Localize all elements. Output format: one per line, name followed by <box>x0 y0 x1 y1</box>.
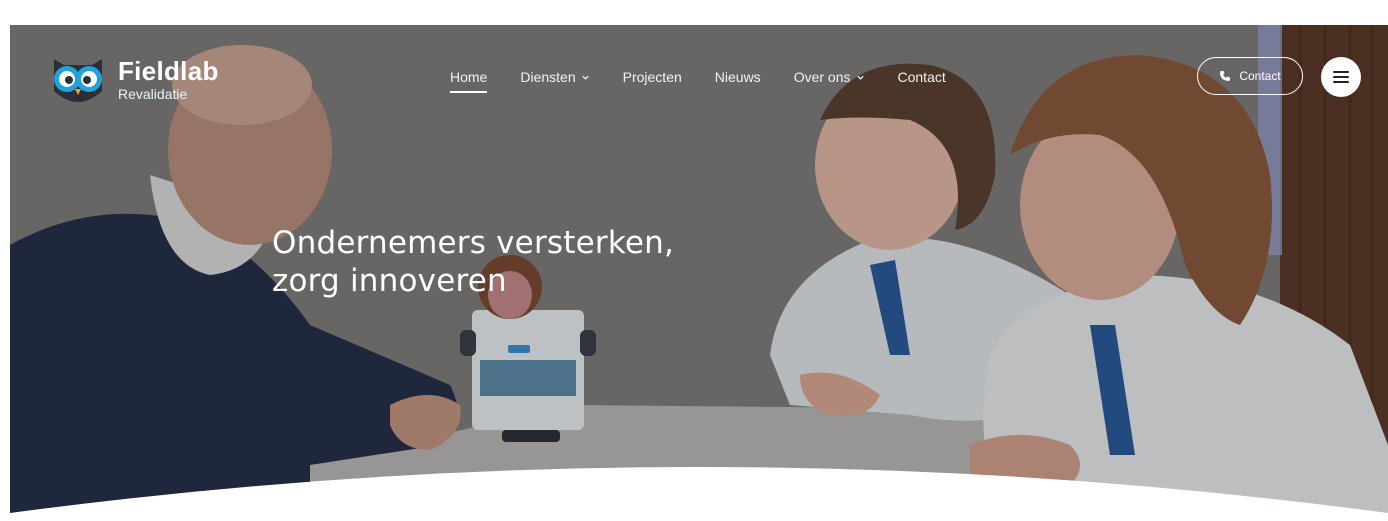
hero-bottom-curve <box>10 467 1388 521</box>
nav-diensten-label: Diensten <box>520 69 576 85</box>
site-logo[interactable]: Fieldlab Revalidatie <box>48 51 219 107</box>
contact-button-label: Contact <box>1239 69 1281 83</box>
brand-subtitle: Revalidatie <box>118 85 188 102</box>
nav-home-label: Home <box>450 69 488 85</box>
nav-diensten[interactable]: Diensten <box>520 69 589 85</box>
nav-projecten[interactable]: Projecten <box>623 69 682 85</box>
nav-contact[interactable]: Contact <box>898 69 946 85</box>
chevron-down-icon <box>856 75 864 80</box>
nav-over-ons[interactable]: Over ons <box>794 69 865 85</box>
nav-nieuws-label: Nieuws <box>714 69 761 85</box>
contact-button[interactable]: Contact <box>1197 57 1303 95</box>
chevron-down-icon <box>581 75 589 80</box>
nav-nieuws[interactable]: Nieuws <box>715 69 761 85</box>
hamburger-icon <box>1333 71 1349 83</box>
hero-headline-line1: Ondernemers versterken, <box>272 225 675 261</box>
owl-icon <box>54 59 102 102</box>
hero-banner: Fieldlab Revalidatie Home Diensten Proje… <box>10 25 1388 521</box>
hero-headline-line2: zorg innoveren <box>272 262 507 299</box>
nav-over-ons-label: Over ons <box>793 69 851 85</box>
phone-icon <box>1220 71 1231 81</box>
brand-name: Fieldlab <box>118 55 219 86</box>
nav-contact-label: Contact <box>897 69 946 85</box>
main-nav: Home Diensten Projecten Nieuws Over ons … <box>450 69 946 93</box>
hero-headline: Ondernemers versterken, zorg innoveren <box>272 225 674 301</box>
nav-projecten-label: Projecten <box>622 69 682 85</box>
nav-home[interactable]: Home <box>450 69 488 93</box>
menu-button[interactable] <box>1321 57 1361 97</box>
